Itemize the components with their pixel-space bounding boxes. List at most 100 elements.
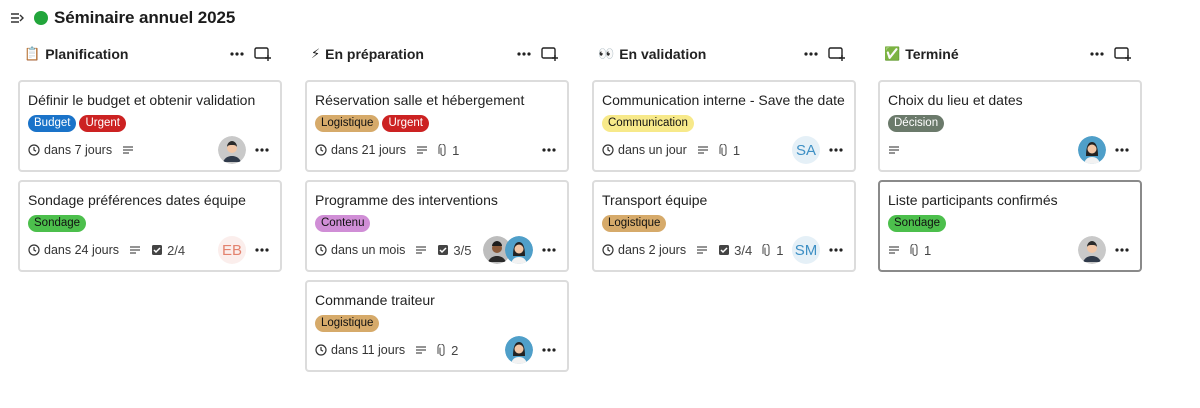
column-menu-icon[interactable]: [800, 43, 822, 65]
member-initials: SM: [794, 241, 818, 259]
member-avatar[interactable]: [505, 336, 533, 364]
card-meta: dans 24 jours 2/4: [28, 243, 218, 258]
attachments: 2: [437, 343, 458, 358]
due-date: dans 21 jours: [315, 143, 406, 157]
card-meta: dans 2 jours 3/4 1: [602, 243, 792, 258]
checklist-count: 3/5: [453, 242, 472, 258]
label-tag[interactable]: Décision: [888, 115, 945, 132]
label-tag[interactable]: Logistique: [315, 115, 380, 132]
clock-icon: [315, 144, 327, 156]
member-avatar[interactable]: EB: [218, 236, 246, 264]
member-avatar[interactable]: SA: [792, 136, 820, 164]
paperclip-icon: [910, 243, 920, 257]
card-menu-icon[interactable]: [1112, 140, 1132, 160]
column-menu-icon[interactable]: [1086, 43, 1108, 65]
card-members: SA: [792, 136, 820, 164]
card-meta: [888, 145, 1078, 155]
due-date: dans 11 jours: [315, 343, 405, 357]
add-card-icon[interactable]: [252, 43, 274, 65]
board-color-dot-icon: [34, 11, 48, 25]
task-card[interactable]: Commande traiteur Logistique dans 11 jours…: [305, 280, 569, 372]
paperclip-icon: [719, 143, 729, 157]
task-card[interactable]: Communication interne - Save the date Com…: [592, 80, 856, 172]
card-menu-icon[interactable]: [539, 140, 559, 160]
label-tag[interactable]: Sondage: [28, 215, 87, 232]
column-title: ⚡ En préparation: [311, 46, 509, 62]
add-card-icon[interactable]: [539, 43, 561, 65]
board-header: Séminaire annuel 2025: [8, 6, 235, 30]
member-initials: SA: [795, 141, 816, 159]
column-header: ✅ Terminé: [878, 40, 1142, 68]
description-icon: [415, 245, 427, 255]
tag-list: Contenu: [315, 215, 559, 232]
due-date-text: dans 7 jours: [44, 143, 113, 157]
label-tag[interactable]: Urgent: [382, 115, 429, 132]
card-menu-icon[interactable]: [826, 140, 846, 160]
description-icon: [888, 145, 900, 155]
card-meta: dans un jour 1: [602, 143, 792, 158]
column-title-label: En préparation: [325, 46, 424, 62]
board-column: ⚡ En préparation Réservation salle et hébe…: [305, 40, 569, 380]
task-card[interactable]: Liste participants confirmés Sondage 1: [878, 180, 1142, 272]
member-avatar[interactable]: SM: [792, 236, 820, 264]
card-menu-icon[interactable]: [539, 340, 559, 360]
column-menu-icon[interactable]: [226, 43, 248, 65]
task-card[interactable]: Sondage préférences dates équipe Sondage d…: [18, 180, 282, 272]
due-date: dans 7 jours: [28, 143, 112, 157]
task-card[interactable]: Réservation salle et hébergement Logistiq…: [305, 80, 569, 172]
card-menu-icon[interactable]: [252, 140, 272, 160]
member-avatar[interactable]: [1078, 236, 1106, 264]
menu-toggle-icon[interactable]: [8, 9, 26, 27]
attachment-count: 1: [776, 242, 784, 258]
due-date-text: dans 21 jours: [331, 143, 407, 157]
tag-list: Logistique: [315, 315, 559, 332]
card-meta: dans 7 jours: [28, 143, 218, 157]
label-tag[interactable]: Sondage: [888, 215, 947, 232]
due-date: dans 2 jours: [602, 243, 686, 257]
checklist: 2/4: [151, 243, 185, 258]
card-footer: dans 24 jours 2/4 EB: [28, 236, 272, 264]
card-menu-icon[interactable]: [539, 240, 559, 260]
label-tag[interactable]: Logistique: [602, 215, 667, 232]
member-avatar[interactable]: [505, 236, 533, 264]
card-members: [505, 336, 533, 364]
description-icon: [122, 145, 134, 155]
card-menu-icon[interactable]: [826, 240, 846, 260]
card-footer: dans 21 jours 1: [315, 136, 559, 164]
card-footer: dans 11 jours 2: [315, 336, 559, 364]
member-avatar[interactable]: [1078, 136, 1106, 164]
member-avatar[interactable]: [218, 136, 246, 164]
add-card-icon[interactable]: [1112, 43, 1134, 65]
column-header: 📋 Planification: [18, 40, 282, 68]
label-tag[interactable]: Urgent: [79, 115, 126, 132]
card-menu-icon[interactable]: [1112, 240, 1132, 260]
card-title: Définir le budget et obtenir validation: [28, 92, 256, 108]
tag-list: Sondage: [28, 215, 272, 232]
task-card[interactable]: Programme des interventions Contenu dans u…: [305, 180, 569, 272]
task-card[interactable]: Choix du lieu et dates Décision: [878, 80, 1142, 172]
paperclip-icon: [438, 143, 448, 157]
card-footer: dans un jour 1 SA: [602, 136, 846, 164]
checklist-icon: [718, 244, 730, 256]
card-members: [1078, 136, 1106, 164]
label-tag[interactable]: Budget: [28, 115, 77, 132]
column-emoji-icon: 📋: [24, 46, 41, 61]
label-tag[interactable]: Communication: [602, 115, 694, 132]
task-card[interactable]: Transport équipe Logistique dans 2 jours 3/…: [592, 180, 856, 272]
task-card[interactable]: Définir le budget et obtenir validation B…: [18, 80, 282, 172]
column-menu-icon[interactable]: [513, 43, 535, 65]
checklist-count: 2/4: [167, 242, 186, 258]
label-tag[interactable]: Contenu: [315, 215, 371, 232]
card-title: Programme des interventions: [315, 192, 498, 208]
card-menu-icon[interactable]: [252, 240, 272, 260]
column-actions: [509, 43, 569, 65]
column-emoji-icon: 👀: [598, 46, 615, 61]
clock-icon: [315, 244, 327, 256]
due-date-text: dans 24 jours: [44, 243, 120, 257]
clock-icon: [602, 244, 614, 256]
card-footer: [888, 136, 1132, 164]
clock-icon: [28, 144, 40, 156]
add-card-icon[interactable]: [826, 43, 848, 65]
label-tag[interactable]: Logistique: [315, 315, 380, 332]
column-title: 👀 En validation: [598, 46, 796, 62]
